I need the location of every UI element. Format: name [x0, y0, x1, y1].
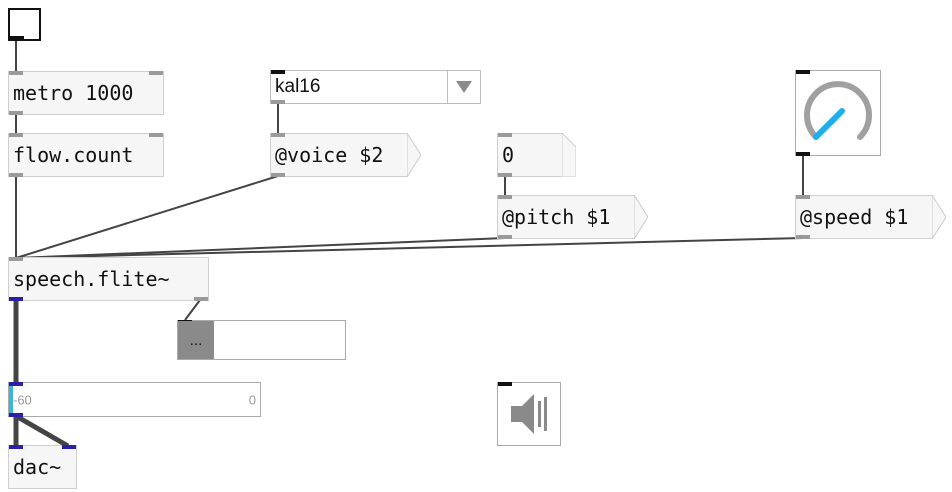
- ezdac-toggle[interactable]: [497, 382, 561, 446]
- signal-outlet[interactable]: [9, 297, 23, 301]
- signal-inlet-left[interactable]: [9, 445, 23, 449]
- speed-dial[interactable]: [795, 70, 881, 156]
- message-flag-icon: [932, 195, 946, 239]
- textedit[interactable]: ...: [177, 320, 346, 360]
- inlet[interactable]: [271, 133, 285, 137]
- outlet[interactable]: [9, 173, 23, 177]
- inlet[interactable]: [9, 71, 23, 75]
- inlet[interactable]: [498, 195, 512, 199]
- inlet[interactable]: [271, 70, 285, 74]
- outlet[interactable]: [271, 100, 285, 104]
- outlet[interactable]: [9, 111, 23, 115]
- voice-menu[interactable]: kal16: [270, 70, 481, 104]
- meter-max-label: 0: [248, 392, 256, 407]
- number-message[interactable]: 0: [497, 133, 576, 177]
- message-label: 0: [502, 143, 515, 167]
- metro-object[interactable]: metro 1000: [8, 71, 164, 115]
- object-label: flow.count: [13, 143, 134, 167]
- textedit-button[interactable]: ...: [178, 321, 214, 359]
- message-label: @speed $1: [800, 205, 909, 229]
- dial-icon: [804, 81, 872, 140]
- inlet[interactable]: [9, 257, 23, 261]
- signal-outlet[interactable]: [9, 413, 23, 417]
- dropdown-arrow[interactable]: [447, 71, 480, 103]
- message-corner-icon: [562, 133, 576, 177]
- speed-message[interactable]: @speed $1: [795, 195, 946, 239]
- message-label: @voice $2: [275, 143, 384, 167]
- meter-min-label: -60: [13, 392, 32, 407]
- flow-count-object[interactable]: flow.count: [8, 133, 164, 177]
- outlet[interactable]: [796, 235, 810, 239]
- object-label: dac~: [13, 455, 62, 479]
- signal-inlet-right[interactable]: [62, 445, 76, 449]
- inlet[interactable]: [498, 133, 512, 137]
- inlet[interactable]: [796, 195, 810, 199]
- triangle-down-icon: [456, 81, 472, 93]
- object-label: metro 1000: [13, 81, 134, 105]
- inlet[interactable]: [149, 133, 163, 137]
- pitch-message[interactable]: @pitch $1: [497, 195, 648, 239]
- outlet[interactable]: [498, 173, 512, 177]
- outlet[interactable]: [498, 235, 512, 239]
- menu-selected-label: kal16: [275, 76, 321, 97]
- message-flag-icon: [407, 133, 421, 177]
- outlet[interactable]: [10, 36, 24, 40]
- message-label: @pitch $1: [502, 205, 611, 229]
- dac-object[interactable]: dac~: [8, 445, 77, 489]
- inlet[interactable]: [149, 71, 163, 75]
- level-meter[interactable]: -60 0: [8, 382, 261, 417]
- voice-message[interactable]: @voice $2: [270, 133, 421, 177]
- outlet[interactable]: [194, 297, 208, 301]
- toggle[interactable]: [8, 8, 41, 41]
- outlet[interactable]: [271, 173, 285, 177]
- speaker-icon: [511, 394, 547, 434]
- object-label: speech.flite~: [13, 267, 170, 291]
- inlet[interactable]: [9, 133, 23, 137]
- speech-flite-object[interactable]: speech.flite~: [8, 257, 209, 301]
- message-flag-icon: [634, 195, 648, 239]
